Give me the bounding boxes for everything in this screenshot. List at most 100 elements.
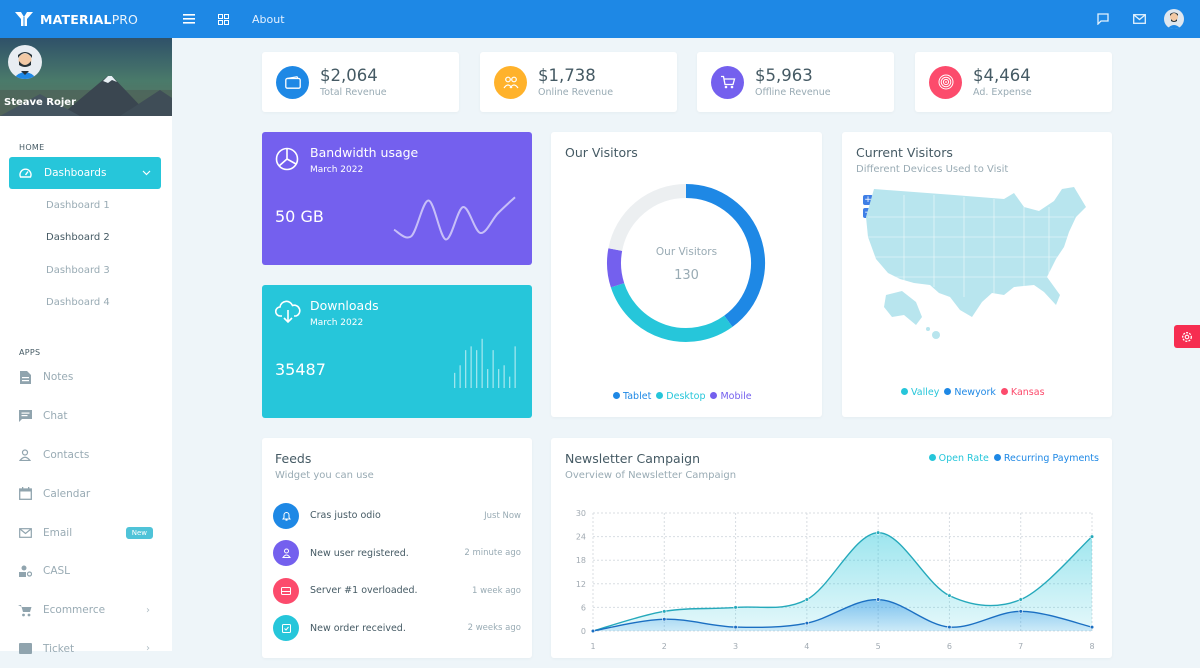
sidebar-item-dashboards[interactable]: Dashboards — [9, 157, 161, 189]
menu-icon[interactable] — [178, 8, 200, 30]
data-point[interactable] — [947, 624, 952, 630]
profile-banner: Steave Rojer — [0, 38, 172, 116]
stat-value: $4,464 — [973, 65, 1031, 85]
brand-name-thin: PRO — [111, 11, 138, 27]
data-point[interactable] — [876, 597, 881, 602]
settings-button[interactable] — [1174, 325, 1200, 348]
sidebar-subitem-dashboard-3[interactable]: Dashboard 3 — [0, 254, 172, 287]
y-tick-label: 6 — [581, 603, 586, 612]
sparkline-bar — [454, 372, 456, 388]
data-point[interactable] — [662, 609, 667, 614]
our-visitors-card: Our Visitors Our Visitors 130 Tablet Des… — [551, 132, 822, 417]
sidebar-item-notes[interactable]: Notes — [0, 358, 172, 397]
data-point[interactable] — [1018, 597, 1023, 602]
legend-item-tablet[interactable]: Tablet — [613, 391, 651, 402]
y-tick-label: 24 — [576, 533, 586, 542]
sidebar-item-contacts[interactable]: Contacts — [0, 436, 172, 475]
mail-icon[interactable] — [1128, 8, 1150, 30]
downloads-value: 35487 — [275, 360, 326, 379]
about-link[interactable]: About — [252, 13, 285, 26]
sidebar-item-ticket[interactable]: Ticket › — [0, 630, 172, 668]
stat-value: $1,738 — [538, 65, 596, 85]
feed-time: 2 weeks ago — [467, 623, 521, 634]
usa-map[interactable] — [864, 187, 1089, 342]
logo-icon — [15, 12, 33, 26]
sidebar-item-casl[interactable]: CASL — [0, 552, 172, 591]
feed-list: Cras justo odio Just Now New user regist… — [273, 497, 521, 647]
legend-item-valley[interactable]: Valley — [901, 387, 939, 398]
profile-name[interactable]: Steave Rojer — [4, 97, 76, 108]
stat-label: Ad. Expense — [973, 86, 1032, 98]
card-subtitle: Different Devices Used to Visit — [856, 164, 1009, 175]
chat-icon — [18, 409, 32, 423]
data-point[interactable] — [804, 597, 809, 602]
chat-icon[interactable] — [1092, 8, 1114, 30]
donut-center-value: 130 — [674, 268, 699, 283]
data-point[interactable] — [733, 624, 738, 630]
feed-text: Cras justo odio — [310, 510, 381, 522]
apps-grid-icon[interactable] — [212, 8, 234, 30]
sidebar-subitem-dashboard-2[interactable]: Dashboard 2 — [0, 222, 172, 255]
sidebar-item-label: Ticket — [43, 642, 75, 655]
visitors-donut-chart — [607, 184, 765, 342]
sidebar-item-ecommerce[interactable]: Ecommerce › — [0, 591, 172, 630]
data-point[interactable] — [1089, 534, 1095, 539]
new-badge: New — [125, 526, 153, 539]
stat-label: Online Revenue — [538, 86, 614, 98]
legend-item-kansas[interactable]: Kansas — [1000, 387, 1045, 398]
brand-logo[interactable]: MATERIAL PRO — [0, 11, 172, 27]
feed-item[interactable]: Cras justo odio Just Now — [273, 497, 521, 535]
ticket-icon — [18, 642, 32, 656]
sparkline-bar — [492, 350, 494, 388]
downloads-card: Downloads March 2022 35487 — [262, 285, 532, 418]
sparkline-bar — [481, 338, 483, 388]
data-point[interactable] — [733, 605, 738, 610]
wallet-icon — [276, 65, 309, 99]
bandwidth-title: Bandwidth usage — [310, 145, 419, 160]
feed-item[interactable]: New user registered. 2 minute ago — [273, 535, 521, 573]
user-icon — [273, 540, 299, 567]
sidebar-subitem-dashboard-4[interactable]: Dashboard 4 — [0, 287, 172, 320]
downloads-sparkline — [454, 338, 516, 388]
card-title: Our Visitors — [565, 145, 638, 160]
gear-icon — [1182, 331, 1192, 342]
donut-slice-desktop[interactable] — [610, 282, 733, 342]
legend-item-newyork[interactable]: Newyork — [944, 387, 996, 398]
feed-item[interactable]: New order received. 2 weeks ago — [273, 610, 521, 648]
profile-avatar[interactable] — [8, 45, 42, 79]
feed-text: New user registered. — [310, 547, 409, 559]
data-point[interactable] — [1018, 609, 1023, 614]
casl-icon — [18, 564, 32, 578]
data-point[interactable] — [876, 530, 881, 535]
nav-caption-apps: APPS — [19, 348, 41, 357]
stat-label: Total Revenue — [320, 86, 387, 98]
x-tick-label: 5 — [876, 642, 881, 651]
chevron-right-icon: › — [146, 604, 150, 616]
sidebar-item-label: Calendar — [43, 487, 91, 500]
sidebar-item-label: Contacts — [43, 448, 90, 461]
user-avatar[interactable] — [1164, 9, 1184, 29]
card-title: Current Visitors — [856, 145, 953, 160]
sidebar-item-label: Dashboards — [44, 167, 107, 179]
data-point[interactable] — [1089, 624, 1095, 630]
bandwidth-card: Bandwidth usage March 2022 50 GB — [262, 132, 532, 265]
data-point[interactable] — [590, 628, 596, 634]
sparkline-bar — [476, 350, 478, 388]
top-navbar: MATERIAL PRO About — [0, 0, 1200, 38]
sidebar-item-email[interactable]: Email New — [0, 513, 172, 552]
data-point[interactable] — [662, 617, 667, 622]
legend-item-desktop[interactable]: Desktop — [656, 391, 705, 402]
data-point[interactable] — [804, 621, 809, 626]
sidebar-item-label: Notes — [43, 371, 74, 384]
sidebar-item-chat[interactable]: Chat — [0, 397, 172, 436]
clipboard-icon — [273, 615, 299, 642]
sidebar-subitem-dashboard-1[interactable]: Dashboard 1 — [0, 189, 172, 222]
legend-item-mobile[interactable]: Mobile — [710, 391, 752, 402]
donut-slice-other[interactable] — [608, 184, 687, 252]
email-icon — [18, 526, 32, 540]
x-tick-label: 6 — [947, 642, 952, 651]
current-visitors-legend: Valley Newyork Kansas — [901, 387, 1045, 398]
data-point[interactable] — [947, 593, 952, 598]
sidebar-item-calendar[interactable]: Calendar — [0, 474, 172, 513]
feed-item[interactable]: Server #1 overloaded. 1 week ago — [273, 572, 521, 610]
